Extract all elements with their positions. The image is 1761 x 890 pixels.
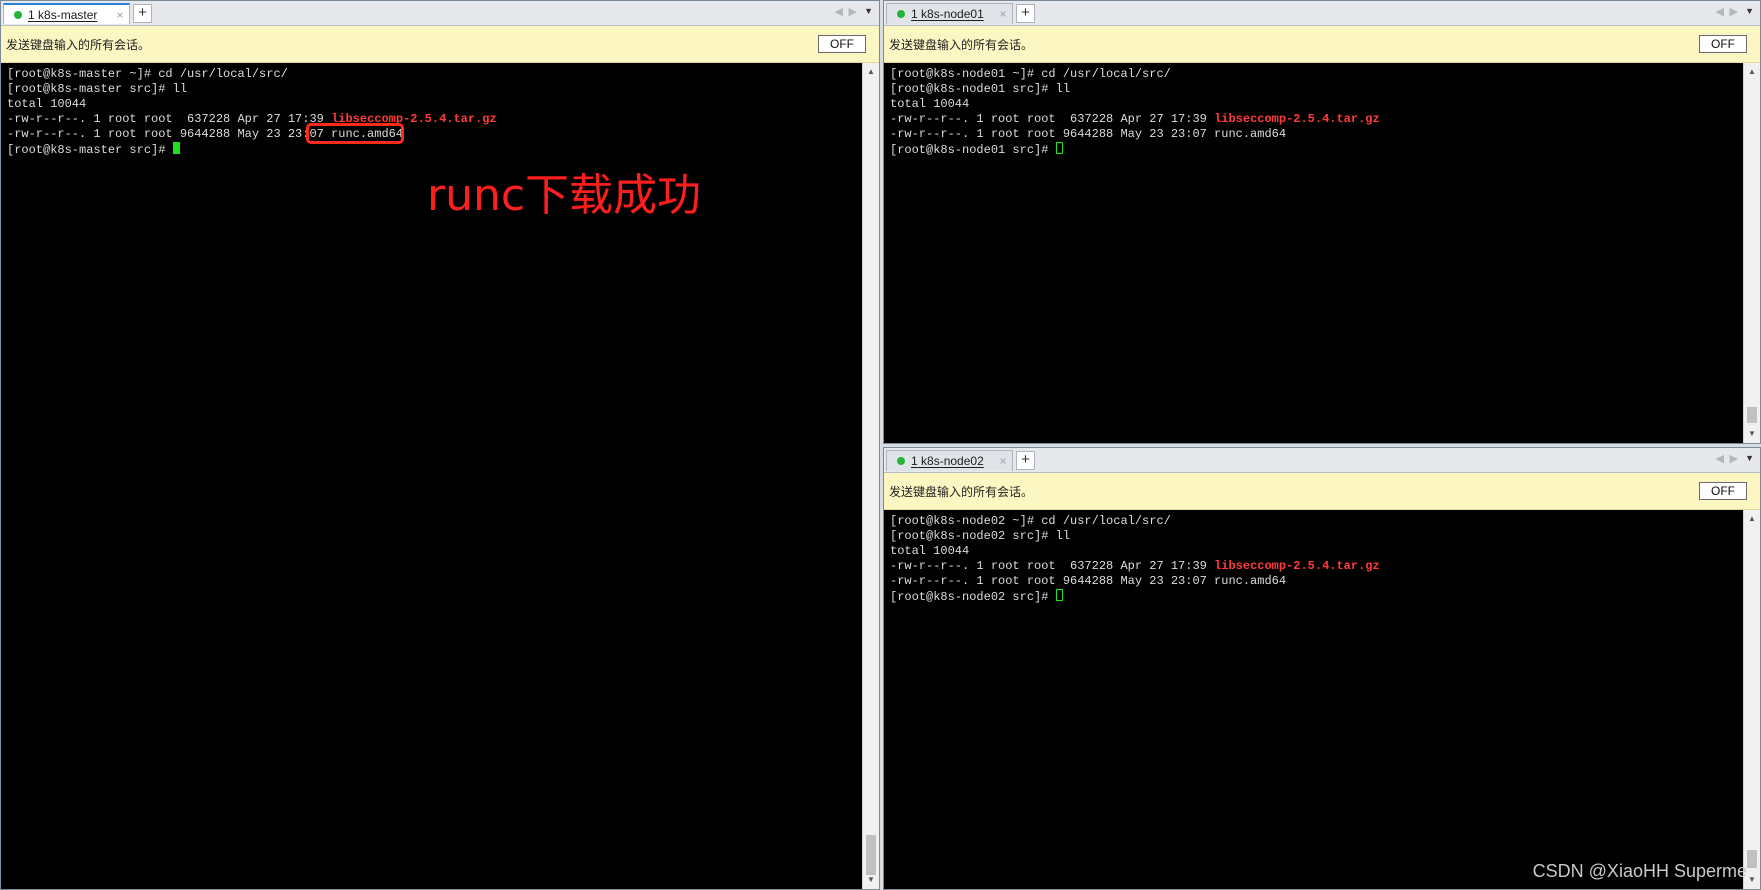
nav-right-icon[interactable]: ▶ bbox=[1730, 452, 1738, 465]
scrollbar-thumb[interactable] bbox=[1747, 850, 1757, 868]
add-tab-icon[interactable]: + bbox=[1016, 451, 1035, 470]
annotation-text: runc下载成功 bbox=[427, 170, 702, 221]
tab-k8s-master[interactable]: 1 k8s-master × bbox=[3, 3, 130, 24]
archive-filename: libseccomp-2.5.4.tar.gz bbox=[1214, 559, 1380, 573]
nav-left-icon[interactable]: ◀ bbox=[1716, 452, 1724, 465]
send-keys-off-button[interactable]: OFF bbox=[1699, 482, 1747, 500]
prompt-text: [root@k8s-node01 src]# bbox=[890, 143, 1056, 157]
dropdown-icon[interactable]: ▼ bbox=[1745, 6, 1754, 16]
close-icon[interactable]: × bbox=[111, 8, 129, 22]
terminal-line: [root@k8s-node02 src]# ll bbox=[890, 529, 1071, 543]
terminal-line: -rw-r--r--. 1 root root 637228 Apr 27 17… bbox=[7, 112, 862, 127]
terminal-line: -rw-r--r--. 1 root root 9644288 May 23 2… bbox=[890, 127, 1287, 141]
terminal-pane-master: 1 k8s-master × + ◀ ▶ ▼ 发送键盘输入的所有会话。 OFF … bbox=[0, 0, 880, 890]
terminal-line: total 10044 bbox=[890, 97, 970, 111]
vertical-scrollbar[interactable]: ▲ ▼ bbox=[1743, 510, 1760, 889]
cursor bbox=[172, 142, 180, 154]
status-dot-icon bbox=[14, 10, 22, 19]
nav-right-icon[interactable]: ▶ bbox=[849, 5, 857, 18]
terminal-line: total 10044 bbox=[7, 97, 87, 111]
terminal-output[interactable]: [root@k8s-master ~]# cd /usr/local/src/ … bbox=[1, 63, 862, 889]
terminal-pane-node01: 1 k8s-node01 × + ◀ ▶ ▼ 发送键盘输入的所有会话。 OFF … bbox=[883, 0, 1761, 444]
terminal-line: [root@k8s-node01 ~]# cd /usr/local/src/ bbox=[890, 67, 1171, 81]
cursor bbox=[1055, 142, 1063, 154]
terminal-line: [root@k8s-master ~]# cd /usr/local/src/ bbox=[7, 67, 288, 81]
send-keys-off-button[interactable]: OFF bbox=[1699, 35, 1747, 53]
scroll-up-icon[interactable]: ▲ bbox=[1744, 512, 1760, 526]
archive-filename: libseccomp-2.5.4.tar.gz bbox=[1214, 112, 1380, 126]
add-tab-icon[interactable]: + bbox=[1016, 4, 1035, 23]
nav-right-icon[interactable]: ▶ bbox=[1730, 5, 1738, 18]
scrollbar-thumb[interactable] bbox=[1747, 407, 1757, 423]
terminal-line: [root@k8s-master src]# bbox=[7, 142, 862, 157]
send-keys-bar: 发送键盘输入的所有会话。 OFF bbox=[1, 26, 879, 63]
scroll-down-icon[interactable]: ▼ bbox=[1744, 427, 1760, 441]
cursor bbox=[1055, 589, 1063, 601]
terminal-line: -rw-r--r--. 1 root root 637228 Apr 27 17… bbox=[890, 112, 1743, 127]
vertical-scrollbar[interactable]: ▲ ▼ bbox=[862, 63, 879, 889]
send-keys-label: 发送键盘输入的所有会话。 bbox=[889, 484, 1034, 499]
terminal-line: [root@k8s-node02 src]# bbox=[890, 589, 1743, 604]
terminal-line: [root@k8s-node01 src]# ll bbox=[890, 82, 1071, 96]
tab-bar: 1 k8s-node01 × + ◀ ▶ ▼ bbox=[884, 1, 1760, 26]
prompt-text: [root@k8s-node02 src]# bbox=[890, 590, 1056, 604]
terminal-line-text: -rw-r--r--. 1 root root 637228 Apr 27 17… bbox=[890, 559, 1215, 573]
nav-left-icon[interactable]: ◀ bbox=[1716, 5, 1724, 18]
send-keys-label: 发送键盘输入的所有会话。 bbox=[889, 37, 1034, 52]
tab-label: 1 k8s-master bbox=[28, 7, 98, 22]
close-icon[interactable]: × bbox=[994, 454, 1012, 468]
watermark: CSDN @XiaoHH Superme bbox=[1532, 861, 1747, 881]
terminal-line-text: -rw-r--r--. 1 root root 637228 Apr 27 17… bbox=[890, 112, 1215, 126]
annotation-highlight-box bbox=[306, 123, 404, 144]
send-keys-off-button[interactable]: OFF bbox=[818, 35, 866, 53]
tab-bar: 1 k8s-master × + ◀ ▶ ▼ bbox=[1, 1, 879, 26]
add-tab-icon[interactable]: + bbox=[133, 4, 152, 23]
vertical-scrollbar[interactable]: ▲ ▼ bbox=[1743, 63, 1760, 443]
terminal-pane-node02: 1 k8s-node02 × + ◀ ▶ ▼ 发送键盘输入的所有会话。 OFF … bbox=[883, 447, 1761, 890]
send-keys-label: 发送键盘输入的所有会话。 bbox=[6, 37, 151, 52]
terminal-line: -rw-r--r--. 1 root root 637228 Apr 27 17… bbox=[890, 559, 1743, 574]
prompt-text: [root@k8s-master src]# bbox=[7, 143, 173, 157]
scrollbar-thumb[interactable] bbox=[866, 835, 876, 875]
tab-k8s-node02[interactable]: 1 k8s-node02 × bbox=[886, 450, 1013, 471]
nav-left-icon[interactable]: ◀ bbox=[835, 5, 843, 18]
status-dot-icon bbox=[897, 457, 905, 465]
scroll-down-icon[interactable]: ▼ bbox=[863, 873, 879, 887]
tab-k8s-node01[interactable]: 1 k8s-node01 × bbox=[886, 3, 1013, 24]
scroll-up-icon[interactable]: ▲ bbox=[863, 65, 879, 79]
send-keys-bar: 发送键盘输入的所有会话。 OFF bbox=[884, 473, 1760, 510]
terminal-output[interactable]: [root@k8s-node01 ~]# cd /usr/local/src/ … bbox=[884, 63, 1743, 443]
terminal-line: -rw-r--r--. 1 root root 9644288 May 23 2… bbox=[890, 574, 1287, 588]
close-icon[interactable]: × bbox=[994, 7, 1012, 21]
terminal-line: -rw-r--r--. 1 root root 9644288 May 23 2… bbox=[7, 127, 404, 141]
status-dot-icon bbox=[897, 10, 905, 18]
terminal-line: [root@k8s-node01 src]# bbox=[890, 142, 1743, 157]
tab-label: 1 k8s-node01 bbox=[911, 7, 984, 21]
dropdown-icon[interactable]: ▼ bbox=[864, 6, 873, 16]
dropdown-icon[interactable]: ▼ bbox=[1745, 453, 1754, 463]
terminal-line: total 10044 bbox=[890, 544, 970, 558]
tab-label: 1 k8s-node02 bbox=[911, 454, 984, 468]
send-keys-bar: 发送键盘输入的所有会话。 OFF bbox=[884, 26, 1760, 63]
terminal-line-text: -rw-r--r--. 1 root root 637228 Apr 27 17… bbox=[7, 112, 332, 126]
terminal-line: [root@k8s-master src]# ll bbox=[7, 82, 188, 96]
scroll-up-icon[interactable]: ▲ bbox=[1744, 65, 1760, 79]
terminal-output[interactable]: [root@k8s-node02 ~]# cd /usr/local/src/ … bbox=[884, 510, 1743, 889]
terminal-line: [root@k8s-node02 ~]# cd /usr/local/src/ bbox=[890, 514, 1171, 528]
tab-bar: 1 k8s-node02 × + ◀ ▶ ▼ bbox=[884, 448, 1760, 473]
